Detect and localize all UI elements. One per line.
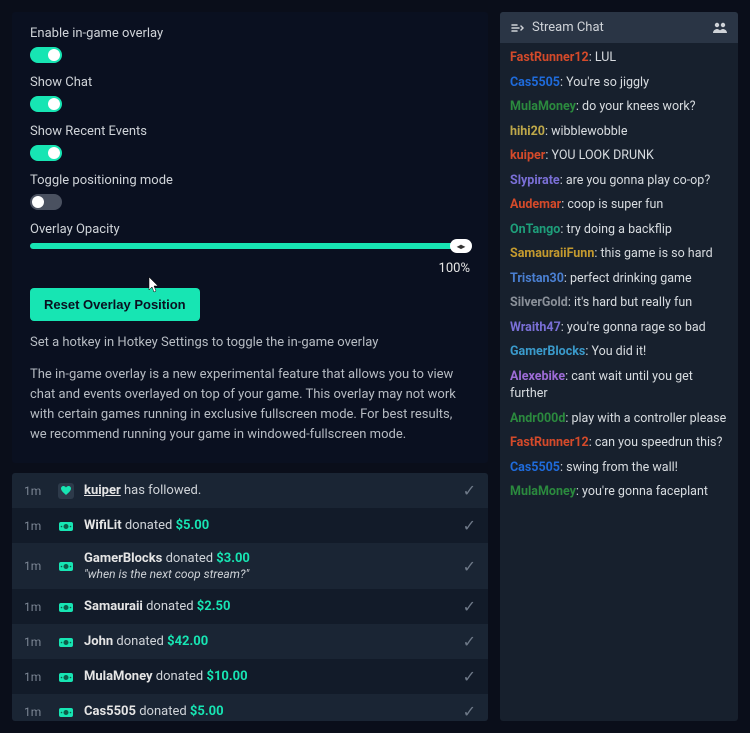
event-body: kuiper has followed. [84, 483, 453, 498]
toggle-overlay[interactable] [30, 47, 62, 63]
chat-line: SilverGold: it's hard but really fun [510, 294, 728, 312]
check-icon[interactable]: ✓ [463, 557, 476, 576]
chat-title: Stream Chat [532, 20, 604, 35]
event-row[interactable]: 1m kuiper has followed. ✓ [12, 473, 488, 508]
opacity-value: 100% [30, 261, 470, 276]
toggle-show-chat[interactable] [30, 96, 62, 112]
setting-label: Overlay Opacity [30, 222, 470, 237]
chat-line: Alexebike: cant wait until you get furth… [510, 368, 728, 403]
chat-line: GamerBlocks: You did it! [510, 343, 728, 361]
event-time: 1m [24, 600, 48, 614]
setting-show-chat: Show Chat [30, 75, 470, 112]
setting-overlay: Enable in-game overlay [30, 26, 470, 63]
chat-line: Audemar: coop is super fun [510, 196, 728, 214]
chat-line: Tristan30: perfect drinking game [510, 270, 728, 288]
chat-line: Andr000d: play with a controller please [510, 410, 728, 428]
chat-collapse-icon[interactable] [510, 21, 524, 35]
event-time: 1m [24, 705, 48, 719]
hotkey-hint: Set a hotkey in Hotkey Settings to toggl… [30, 333, 470, 353]
event-body: Cas5505 donated $5.00 [84, 704, 453, 719]
donation-icon [58, 669, 74, 685]
donation-icon [58, 558, 74, 574]
chat-body: FastRunner12: LUL Cas5505: You're so jigg… [500, 43, 738, 721]
check-icon[interactable]: ✓ [463, 481, 476, 500]
event-body: Samauraii donated $2.50 [84, 599, 453, 614]
chat-header: Stream Chat [500, 12, 738, 43]
overlay-description: The in-game overlay is a new experimenta… [30, 365, 470, 446]
event-time: 1m [24, 519, 48, 533]
settings-panel: Enable in-game overlay Show Chat Show Re… [12, 12, 488, 463]
event-row[interactable]: 1m MulaMoney donated $10.00 ✓ [12, 659, 488, 694]
check-icon[interactable]: ✓ [463, 632, 476, 651]
events-panel: 1m kuiper has followed. ✓ 1m WifiLit donated… [12, 473, 488, 721]
heart-icon [58, 483, 74, 499]
setting-label: Enable in-game overlay [30, 26, 470, 41]
setting-label: Toggle positioning mode [30, 173, 470, 188]
event-time: 1m [24, 670, 48, 684]
setting-opacity: Overlay Opacity ◂▸ 100% [30, 222, 470, 276]
chat-line: FastRunner12: can you speedrun this? [510, 434, 728, 452]
event-body: MulaMoney donated $10.00 [84, 669, 453, 684]
event-row[interactable]: 1m WifiLit donated $5.00 ✓ [12, 508, 488, 543]
chat-line: FastRunner12: LUL [510, 49, 728, 67]
check-icon[interactable]: ✓ [463, 702, 476, 721]
setting-recent-events: Show Recent Events [30, 124, 470, 161]
event-body: WifiLit donated $5.00 [84, 518, 453, 533]
reset-overlay-button[interactable]: Reset Overlay Position [30, 288, 200, 321]
chat-line: Cas5505: swing from the wall! [510, 459, 728, 477]
check-icon[interactable]: ✓ [463, 597, 476, 616]
opacity-slider[interactable]: ◂▸ [30, 243, 470, 249]
stream-chat-panel: Stream Chat FastRunner12: LUL Cas5505: Yo… [500, 12, 738, 721]
check-icon[interactable]: ✓ [463, 667, 476, 686]
check-icon[interactable]: ✓ [463, 516, 476, 535]
chat-line: OnTango: try doing a backflip [510, 221, 728, 239]
chat-line: kuiper: YOU LOOK DRUNK [510, 147, 728, 165]
slider-thumb-icon[interactable]: ◂▸ [450, 239, 472, 253]
chat-line: hihi20: wibblewobble [510, 123, 728, 141]
setting-label: Show Chat [30, 75, 470, 90]
event-row[interactable]: 1m GamerBlocks donated $3.00"when is the … [12, 543, 488, 589]
event-body: John donated $42.00 [84, 634, 453, 649]
event-time: 1m [24, 484, 48, 498]
viewers-icon[interactable] [712, 21, 728, 35]
donation-icon [58, 599, 74, 615]
event-time: 1m [24, 559, 48, 573]
event-time: 1m [24, 635, 48, 649]
event-row[interactable]: 1m Samauraii donated $2.50 ✓ [12, 589, 488, 624]
toggle-recent-events[interactable] [30, 145, 62, 161]
event-row[interactable]: 1m Cas5505 donated $5.00 ✓ [12, 694, 488, 721]
toggle-positioning-mode[interactable] [30, 194, 62, 210]
chat-line: MulaMoney: do your knees work? [510, 98, 728, 116]
setting-positioning-mode: Toggle positioning mode [30, 173, 470, 210]
chat-line: Cas5505: You're so jiggly [510, 74, 728, 92]
chat-line: Wraith47: you're gonna rage so bad [510, 319, 728, 337]
chat-line: SamauraiiFunn: this game is so hard [510, 245, 728, 263]
donation-icon [58, 518, 74, 534]
chat-line: MulaMoney: you're gonna faceplant [510, 483, 728, 501]
donation-icon [58, 634, 74, 650]
chat-line: Slypirate: are you gonna play co-op? [510, 172, 728, 190]
donation-icon [58, 704, 74, 720]
event-body: GamerBlocks donated $3.00"when is the ne… [84, 551, 453, 581]
event-row[interactable]: 1m John donated $42.00 ✓ [12, 624, 488, 659]
setting-label: Show Recent Events [30, 124, 470, 139]
